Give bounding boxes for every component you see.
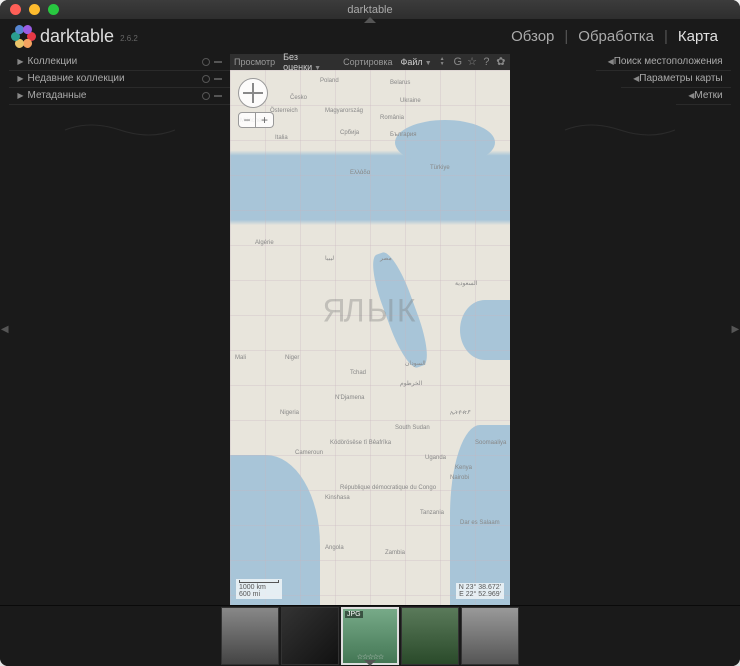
center-toolbar: Просмотр Без оценки▼ Сортировка Файл▼ ▲▼… [230, 54, 510, 70]
main-row: ◀ ▶Коллекции ▶Недавние коллекции ▶Метада… [0, 54, 740, 605]
brand: darktable 2.6.2 [12, 26, 138, 48]
panel-find-location[interactable]: ◀Поиск местоположения [596, 54, 731, 71]
sort-direction-toggle[interactable]: ▲▼ [440, 57, 445, 67]
thumbnail[interactable] [281, 607, 339, 665]
panel-label: Параметры карты [639, 73, 722, 84]
sort-dropdown[interactable]: Файл▼ [397, 57, 436, 67]
left-panel-toggle[interactable]: ◀ [0, 54, 9, 605]
flourish-icon [60, 120, 180, 140]
tab-map[interactable]: Карта [668, 28, 728, 45]
window-title: darktable [347, 4, 392, 16]
reset-icon[interactable] [202, 75, 210, 83]
map-coordinates: N 23° 38.672' E 22° 52.969' [456, 583, 504, 599]
panel-map-settings[interactable]: ◀Параметры карты [621, 71, 731, 88]
panel-collections[interactable]: ▶Коллекции [9, 54, 230, 71]
watermark: ЯЛЫК [322, 292, 417, 329]
panel-label: Коллекции [28, 56, 78, 67]
zoom-in-button[interactable]: + [256, 112, 274, 128]
right-panel-toggle[interactable]: ▶ [731, 54, 740, 605]
titlebar: darktable [0, 0, 740, 19]
format-badge: JPG [345, 611, 363, 618]
tab-overview[interactable]: Обзор [501, 28, 564, 45]
window-controls [0, 4, 59, 15]
filmstrip: JPG ☆☆☆☆☆ [0, 605, 740, 666]
reset-icon[interactable] [202, 58, 210, 66]
zoom-out-button[interactable]: − [238, 112, 256, 128]
presets-icon[interactable] [214, 78, 222, 80]
presets-icon[interactable] [214, 61, 222, 63]
maximize-window-button[interactable] [48, 4, 59, 15]
help-icon[interactable]: ? [481, 56, 491, 67]
center-view: Просмотр Без оценки▼ Сортировка Файл▼ ▲▼… [230, 54, 510, 605]
panel-label: Недавние коллекции [28, 73, 125, 84]
thumbnail[interactable] [461, 607, 519, 665]
map-image[interactable]: Poland Belarus Ukraine Česko Österreich … [230, 70, 510, 605]
top-bar: darktable 2.6.2 Обзор | Обработка | Карт… [0, 19, 740, 54]
panel-label: Поиск местоположения [614, 56, 723, 67]
preferences-icon[interactable]: ✿ [496, 56, 506, 67]
star-overlay-icon[interactable]: ☆ [467, 56, 477, 67]
view-filter-label: Просмотр [234, 57, 275, 67]
panel-label: Метки [694, 90, 722, 101]
view-filter-dropdown[interactable]: Без оценки▼ [279, 52, 339, 72]
thumbnail-selected[interactable]: JPG ☆☆☆☆☆ [341, 607, 399, 665]
sort-label: Сортировка [343, 57, 392, 67]
map-zoom-control: − + [238, 112, 274, 128]
panel-tags[interactable]: ◀Метки [676, 88, 730, 105]
reset-icon[interactable] [202, 92, 210, 100]
minimize-window-button[interactable] [29, 4, 40, 15]
brand-version: 2.6.2 [120, 34, 138, 43]
thumbnail[interactable] [221, 607, 279, 665]
close-window-button[interactable] [10, 4, 21, 15]
bottom-panel-toggle[interactable] [364, 660, 376, 666]
brand-name: darktable [40, 26, 114, 47]
top-panel-toggle[interactable] [364, 17, 376, 23]
right-sidebar: ◀Поиск местоположения ◀Параметры карты ◀… [510, 54, 731, 605]
darktable-logo-icon [12, 26, 34, 48]
tab-darkroom[interactable]: Обработка [568, 28, 664, 45]
panel-recent-collections[interactable]: ▶Недавние коллекции [9, 71, 230, 88]
map-pan-control[interactable] [238, 78, 268, 108]
view-tabs: Обзор | Обработка | Карта [501, 28, 728, 45]
app-window: darktable darktable 2.6.2 Обзор | Обрабо… [0, 0, 740, 666]
map-scale: 1000 km 600 mi [236, 579, 282, 599]
flourish-icon [560, 120, 680, 140]
map-viewport[interactable]: Poland Belarus Ukraine Česko Österreich … [230, 70, 510, 605]
panel-label: Метаданные [28, 90, 87, 101]
thumbnail[interactable] [401, 607, 459, 665]
panel-metadata[interactable]: ▶Метаданные [9, 88, 230, 105]
presets-icon[interactable] [214, 95, 222, 97]
group-icon[interactable]: G [453, 56, 463, 67]
left-sidebar: ▶Коллекции ▶Недавние коллекции ▶Метаданн… [9, 54, 230, 605]
